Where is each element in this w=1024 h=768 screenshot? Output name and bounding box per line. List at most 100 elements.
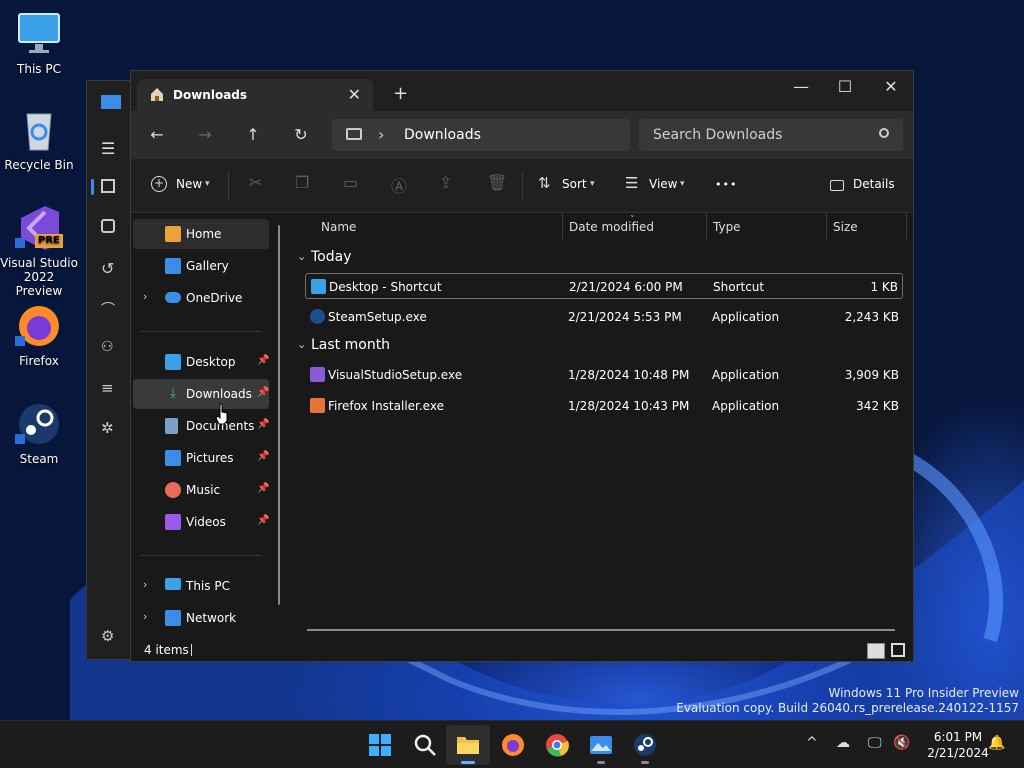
column-header-date[interactable]: Date modified: [569, 220, 654, 234]
firefox-file-icon: [310, 398, 325, 413]
sidebar-item-label: This PC: [186, 579, 230, 593]
chevron-down-icon: ▾: [205, 179, 210, 189]
taskbar-app-file-explorer[interactable]: [446, 725, 490, 765]
history-icon[interactable]: ↺: [101, 259, 121, 279]
pin-icon: 📌: [257, 451, 270, 462]
show-hidden-icons-chevron-icon[interactable]: ^: [806, 735, 818, 751]
expand-chevron-icon[interactable]: ›: [143, 290, 147, 303]
group-header-last-month[interactable]: Last month: [311, 337, 390, 353]
view-button[interactable]: View: [649, 177, 677, 191]
system-clock[interactable]: 6:01 PM 2/21/2024: [918, 729, 998, 761]
menu-icon[interactable]: ☰: [101, 139, 121, 159]
search-box[interactable]: Search Downloads: [639, 119, 903, 151]
settings-gear-icon[interactable]: ⚙: [101, 627, 121, 647]
tab-bar: Downloads ✕ + — ☐ ✕: [131, 71, 913, 111]
cut-icon[interactable]: ✂: [249, 173, 262, 192]
desktop-icon-steam[interactable]: Steam: [0, 400, 78, 466]
paste-icon[interactable]: ▭: [343, 173, 358, 192]
new-button[interactable]: New: [176, 177, 202, 191]
sidebar-item-music[interactable]: Music 📌: [133, 475, 269, 505]
desktop-icon-label: Firefox: [19, 354, 59, 368]
group-header-today[interactable]: Today: [311, 249, 352, 265]
sidebar-item-desktop[interactable]: Desktop 📌: [133, 347, 269, 377]
file-size: 342 KB: [856, 399, 899, 413]
steam-icon[interactable]: [633, 733, 657, 764]
file-row[interactable]: SteamSetup.exe 2/21/2024 5:53 PM Applica…: [305, 304, 903, 330]
column-divider[interactable]: [706, 213, 707, 239]
up-button[interactable]: ↑: [242, 125, 264, 147]
sidebar-scrollbar[interactable]: [278, 225, 280, 605]
sidebar-item-onedrive[interactable]: › OneDrive: [133, 283, 269, 313]
sidebar-item-home[interactable]: Home: [133, 219, 269, 249]
forward-button[interactable]: →: [194, 125, 216, 147]
column-header-name[interactable]: Name: [321, 220, 356, 234]
start-windows-icon[interactable]: [368, 733, 392, 757]
address-bar[interactable]: › Downloads: [332, 119, 630, 151]
sidebar-item-downloads[interactable]: ⤓ Downloads 📌: [133, 379, 269, 409]
sidebar-item-pictures[interactable]: Pictures 📌: [133, 443, 269, 473]
background-app-window[interactable]: ☰ ↺ ⌒ ⚇ ≡ ✲ ⚙: [86, 80, 136, 660]
search-icon[interactable]: [413, 733, 437, 757]
column-divider[interactable]: [826, 213, 827, 239]
expand-chevron-icon[interactable]: ›: [143, 578, 147, 591]
copy-icon[interactable]: ❐: [295, 173, 309, 192]
delete-icon[interactable]: 🗑: [487, 173, 507, 192]
pin-icon: 📌: [257, 483, 270, 494]
file-row[interactable]: VisualStudioSetup.exe 1/28/2024 10:48 PM…: [305, 362, 903, 388]
sidebar-item-documents[interactable]: Documents 📌: [133, 411, 269, 441]
extensions-icon[interactable]: ✲: [101, 419, 121, 439]
volume-muted-icon[interactable]: 🔇: [893, 735, 910, 751]
sidebar-item-label: Music: [186, 483, 221, 497]
group-collapse-icon[interactable]: ⌄: [297, 338, 306, 351]
more-options-button[interactable]: •••: [715, 178, 737, 191]
horizontal-scrollbar[interactable]: [307, 629, 895, 631]
rename-icon[interactable]: Ⓐ: [391, 173, 407, 197]
gallery-icon[interactable]: [101, 179, 115, 193]
file-row[interactable]: Desktop - Shortcut 2/21/2024 6:00 PM Sho…: [305, 273, 903, 299]
shortcut-file-icon: [311, 279, 326, 294]
desktop-icon-this-pc[interactable]: This PC: [0, 10, 78, 76]
tab-downloads[interactable]: Downloads ✕: [137, 79, 373, 111]
sidebar-item-network[interactable]: › Network: [133, 603, 269, 633]
back-button[interactable]: ←: [146, 125, 168, 147]
breadcrumb-downloads[interactable]: Downloads: [404, 127, 481, 143]
desktop-icon-firefox[interactable]: Firefox: [0, 302, 78, 368]
sidebar-item-this-pc[interactable]: › This PC: [133, 571, 269, 601]
expand-chevron-icon[interactable]: ›: [143, 610, 147, 623]
activity-icon[interactable]: [101, 219, 115, 233]
chevron-down-icon: ▾: [590, 179, 595, 189]
details-button[interactable]: Details: [853, 177, 895, 191]
tab-close-icon[interactable]: ✕: [348, 85, 361, 104]
sidebar-item-gallery[interactable]: Gallery: [133, 251, 269, 281]
share-icon[interactable]: ⇪: [439, 173, 452, 192]
details-view-button[interactable]: [867, 643, 885, 659]
column-divider[interactable]: [562, 213, 563, 239]
column-header-size[interactable]: Size: [833, 220, 858, 234]
notification-bell-icon[interactable]: 🔔: [988, 735, 1005, 751]
new-tab-button[interactable]: +: [393, 83, 408, 104]
minimize-button[interactable]: —: [786, 77, 816, 96]
maximize-button[interactable]: ☐: [830, 77, 860, 96]
column-header-type[interactable]: Type: [713, 220, 741, 234]
tiles-view-button[interactable]: [891, 643, 905, 657]
column-divider[interactable]: [906, 213, 907, 239]
sidebar-item-videos[interactable]: Videos 📌: [133, 507, 269, 537]
photos-icon[interactable]: [589, 733, 613, 764]
people-icon[interactable]: ⚇: [101, 339, 121, 359]
network-monitor-icon[interactable]: 🖵: [868, 735, 882, 751]
group-collapse-icon[interactable]: ⌄: [297, 250, 306, 263]
firefox-icon[interactable]: [501, 733, 525, 757]
photos-icon[interactable]: [101, 95, 121, 109]
close-window-button[interactable]: ✕: [876, 77, 906, 96]
search-input[interactable]: Search Downloads: [653, 127, 782, 143]
file-row[interactable]: Firefox Installer.exe 1/28/2024 10:43 PM…: [305, 393, 903, 419]
chevron-down-icon: ▾: [680, 179, 685, 189]
chrome-icon[interactable]: [545, 733, 569, 757]
refresh-button[interactable]: ↻: [290, 125, 312, 147]
onedrive-cloud-icon[interactable]: ☁: [836, 735, 850, 751]
desktop-icon-visual-studio[interactable]: PRE Visual Studio 2022 Preview: [0, 204, 78, 298]
desktop-icon-recycle-bin[interactable]: Recycle Bin: [0, 106, 78, 172]
list-icon[interactable]: ≡: [101, 379, 121, 399]
sort-button[interactable]: Sort: [562, 177, 587, 191]
speed-icon[interactable]: ⌒: [101, 299, 121, 319]
